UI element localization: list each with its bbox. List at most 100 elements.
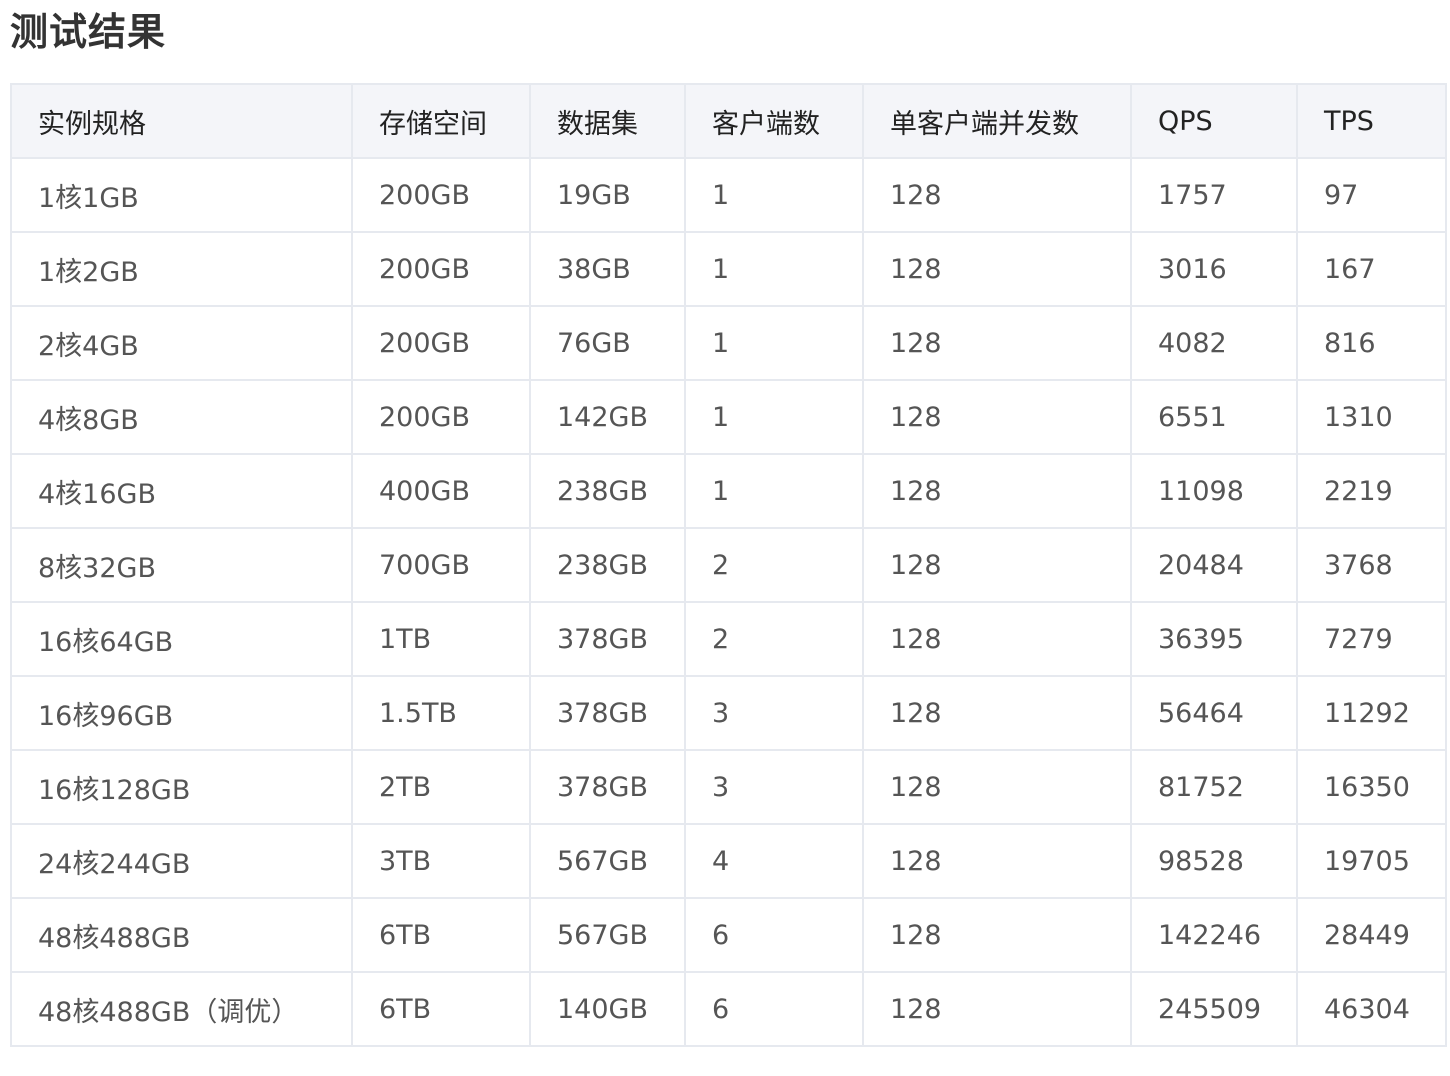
cell-storage: 1.5TB (351, 675, 531, 751)
table-header-row: 实例规格 存储空间 数据集 客户端数 单客户端并发数 QPS TPS (10, 83, 1447, 159)
cell-tps: 97 (1296, 157, 1447, 233)
cell-qps: 98528 (1130, 823, 1298, 899)
cell-dataset: 238GB (529, 453, 686, 529)
cell-instance-spec: 16核64GB (10, 601, 353, 677)
table-row: 4核16GB 400GB 238GB 1 128 11098 2219 (10, 453, 1447, 529)
page-title: 测试结果 (10, 10, 167, 54)
cell-client-count: 3 (684, 749, 864, 825)
cell-qps: 11098 (1130, 453, 1298, 529)
cell-concurrency: 128 (862, 305, 1132, 381)
table-row: 48核488GB（调优） 6TB 140GB 6 128 245509 46304 (10, 971, 1447, 1047)
cell-dataset: 38GB (529, 231, 686, 307)
table-row: 48核488GB 6TB 567GB 6 128 142246 28449 (10, 897, 1447, 973)
cell-dataset: 378GB (529, 601, 686, 677)
cell-client-count: 6 (684, 971, 864, 1047)
cell-storage: 200GB (351, 379, 531, 455)
cell-storage: 6TB (351, 897, 531, 973)
cell-concurrency: 128 (862, 675, 1132, 751)
cell-qps: 81752 (1130, 749, 1298, 825)
cell-storage: 2TB (351, 749, 531, 825)
cell-qps: 142246 (1130, 897, 1298, 973)
cell-client-count: 3 (684, 675, 864, 751)
table-row: 16核64GB 1TB 378GB 2 128 36395 7279 (10, 601, 1447, 677)
cell-tps: 3768 (1296, 527, 1447, 603)
cell-concurrency: 128 (862, 601, 1132, 677)
cell-tps: 46304 (1296, 971, 1447, 1047)
cell-qps: 3016 (1130, 231, 1298, 307)
cell-qps: 6551 (1130, 379, 1298, 455)
cell-storage: 1TB (351, 601, 531, 677)
table-row: 2核4GB 200GB 76GB 1 128 4082 816 (10, 305, 1447, 381)
cell-concurrency: 128 (862, 379, 1132, 455)
column-header-qps: QPS (1130, 83, 1298, 159)
table-row: 8核32GB 700GB 238GB 2 128 20484 3768 (10, 527, 1447, 603)
cell-instance-spec: 48核488GB (10, 897, 353, 973)
cell-instance-spec: 1核2GB (10, 231, 353, 307)
column-header-dataset: 数据集 (529, 83, 686, 159)
cell-tps: 16350 (1296, 749, 1447, 825)
column-header-client-count: 客户端数 (684, 83, 864, 159)
cell-client-count: 4 (684, 823, 864, 899)
cell-concurrency: 128 (862, 823, 1132, 899)
cell-dataset: 378GB (529, 749, 686, 825)
table-row: 24核244GB 3TB 567GB 4 128 98528 19705 (10, 823, 1447, 899)
cell-instance-spec: 4核8GB (10, 379, 353, 455)
table-row: 4核8GB 200GB 142GB 1 128 6551 1310 (10, 379, 1447, 455)
cell-dataset: 567GB (529, 823, 686, 899)
cell-storage: 200GB (351, 157, 531, 233)
cell-tps: 11292 (1296, 675, 1447, 751)
cell-client-count: 2 (684, 527, 864, 603)
cell-tps: 2219 (1296, 453, 1447, 529)
table-row: 1核2GB 200GB 38GB 1 128 3016 167 (10, 231, 1447, 307)
cell-instance-spec: 48核488GB（调优） (10, 971, 353, 1047)
cell-tps: 7279 (1296, 601, 1447, 677)
cell-qps: 4082 (1130, 305, 1298, 381)
cell-instance-spec: 16核96GB (10, 675, 353, 751)
cell-tps: 1310 (1296, 379, 1447, 455)
cell-tps: 19705 (1296, 823, 1447, 899)
cell-client-count: 1 (684, 231, 864, 307)
cell-client-count: 1 (684, 379, 864, 455)
column-header-storage: 存储空间 (351, 83, 531, 159)
cell-instance-spec: 1核1GB (10, 157, 353, 233)
cell-concurrency: 128 (862, 453, 1132, 529)
cell-storage: 3TB (351, 823, 531, 899)
column-header-concurrency: 单客户端并发数 (862, 83, 1132, 159)
cell-dataset: 140GB (529, 971, 686, 1047)
cell-qps: 36395 (1130, 601, 1298, 677)
table-row: 16核128GB 2TB 378GB 3 128 81752 16350 (10, 749, 1447, 825)
cell-tps: 816 (1296, 305, 1447, 381)
cell-concurrency: 128 (862, 157, 1132, 233)
cell-instance-spec: 4核16GB (10, 453, 353, 529)
cell-client-count: 1 (684, 453, 864, 529)
cell-storage: 400GB (351, 453, 531, 529)
cell-tps: 167 (1296, 231, 1447, 307)
table-row: 1核1GB 200GB 19GB 1 128 1757 97 (10, 157, 1447, 233)
cell-instance-spec: 8核32GB (10, 527, 353, 603)
cell-dataset: 142GB (529, 379, 686, 455)
cell-instance-spec: 2核4GB (10, 305, 353, 381)
cell-dataset: 238GB (529, 527, 686, 603)
cell-storage: 6TB (351, 971, 531, 1047)
results-table: 实例规格 存储空间 数据集 客户端数 单客户端并发数 QPS TPS 1核1GB… (10, 83, 1447, 1047)
cell-concurrency: 128 (862, 971, 1132, 1047)
cell-concurrency: 128 (862, 897, 1132, 973)
cell-qps: 20484 (1130, 527, 1298, 603)
cell-qps: 245509 (1130, 971, 1298, 1047)
cell-dataset: 19GB (529, 157, 686, 233)
cell-concurrency: 128 (862, 749, 1132, 825)
cell-storage: 200GB (351, 305, 531, 381)
column-header-tps: TPS (1296, 83, 1447, 159)
cell-client-count: 1 (684, 305, 864, 381)
cell-concurrency: 128 (862, 231, 1132, 307)
table-row: 16核96GB 1.5TB 378GB 3 128 56464 11292 (10, 675, 1447, 751)
cell-instance-spec: 24核244GB (10, 823, 353, 899)
cell-client-count: 2 (684, 601, 864, 677)
cell-qps: 56464 (1130, 675, 1298, 751)
cell-dataset: 567GB (529, 897, 686, 973)
cell-instance-spec: 16核128GB (10, 749, 353, 825)
cell-storage: 700GB (351, 527, 531, 603)
cell-tps: 28449 (1296, 897, 1447, 973)
cell-client-count: 6 (684, 897, 864, 973)
cell-concurrency: 128 (862, 527, 1132, 603)
